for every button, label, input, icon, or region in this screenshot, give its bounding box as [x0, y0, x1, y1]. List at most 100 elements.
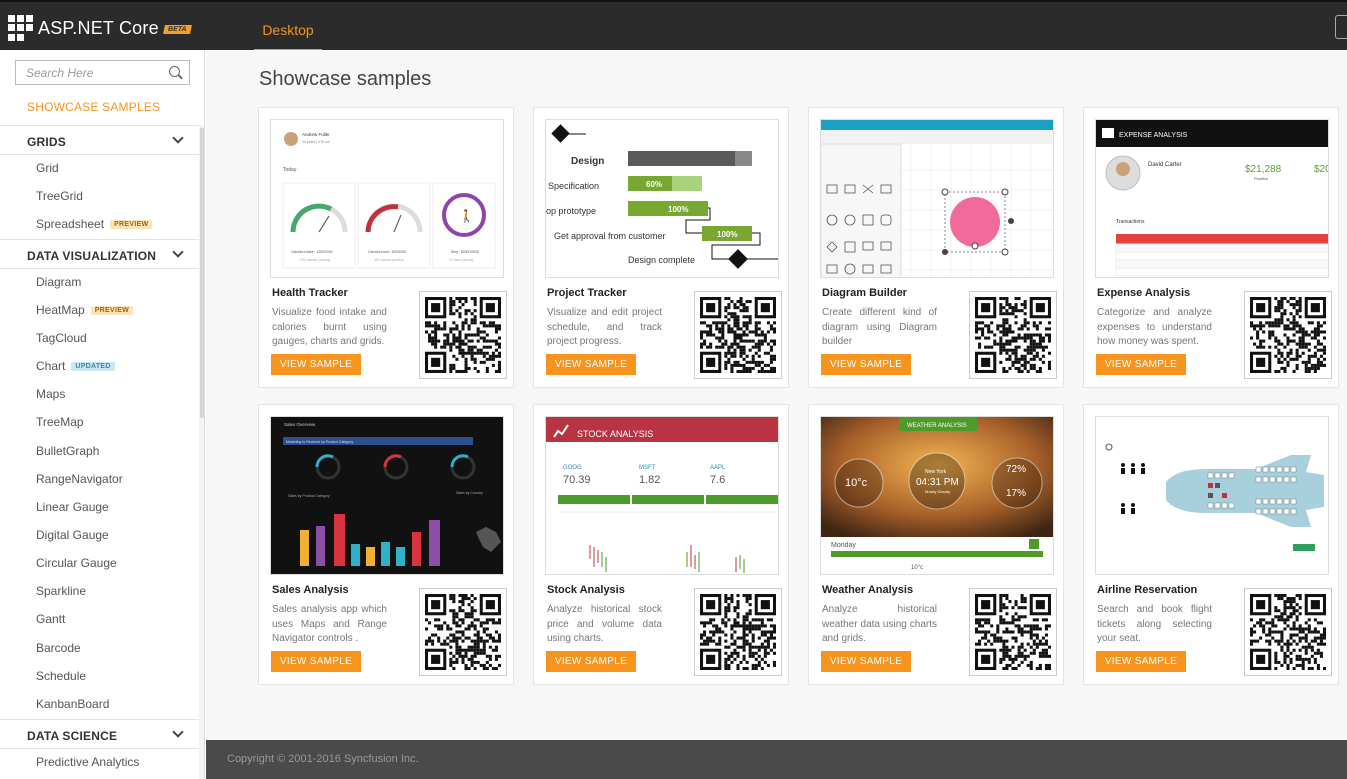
stock-symbol-2: MSFT — [639, 465, 656, 471]
view-sample-button[interactable]: VIEW SAMPLE — [546, 354, 636, 375]
search-input[interactable] — [26, 65, 161, 80]
sidebar-item-spreadsheet[interactable]: Spreadsheet PREVIEW — [36, 217, 153, 231]
project-row-5: Design complete — [628, 255, 695, 265]
top-bar: ASP.NET Core BETA Desktop — [0, 0, 1347, 52]
search-icon[interactable] — [169, 66, 180, 77]
card-title: Airline Reservation — [1097, 584, 1198, 596]
thumbnail-diagram-builder[interactable] — [820, 119, 1054, 278]
health-gauge1-sub: 1750 calories pending — [299, 258, 330, 262]
section-title: GRIDS — [27, 135, 67, 149]
thumbnail-stock-analysis[interactable]: STOCK ANALYSIS GOOG 70.39 MSFT 1.82 AAPL… — [545, 416, 779, 575]
thumbnail-weather-analysis[interactable]: WEATHER ANALYSIS 10°c New York 04:31 PM … — [820, 416, 1054, 575]
project-row-2: Specification — [548, 181, 599, 191]
qr-code — [969, 588, 1057, 676]
sidebar-item-bulletgraph[interactable]: BulletGraph — [36, 444, 99, 458]
sales-right-label: Sales by Country — [456, 491, 483, 495]
sidebar-item-chart[interactable]: Chart UPDATED — [36, 359, 115, 373]
project-row-4-value: 100% — [717, 230, 737, 239]
health-gauge3-label: Step : 8000/10000 — [451, 250, 479, 254]
sidebar-item-barcode[interactable]: Barcode — [36, 641, 81, 655]
thumbnail-airline-reservation[interactable] — [1095, 416, 1329, 575]
brand-logo[interactable]: ASP.NET Core BETA — [8, 15, 192, 41]
sidebar: SHOWCASE SAMPLES GRIDS Grid TreeGrid Spr… — [0, 50, 205, 779]
card-title: Sales Analysis — [272, 584, 349, 596]
tab-desktop[interactable]: Desktop — [254, 2, 322, 52]
menu-button[interactable] — [1335, 15, 1347, 39]
stock-value-1: 70.39 — [563, 474, 591, 486]
section-data-visualization[interactable]: DATA VISUALIZATION — [0, 239, 199, 269]
weather-header: WEATHER ANALYSIS — [907, 423, 967, 429]
showcase-samples-link[interactable]: SHOWCASE SAMPLES — [27, 100, 160, 114]
preview-badge: PREVIEW — [110, 220, 153, 230]
sidebar-item-schedule[interactable]: Schedule — [36, 669, 86, 683]
view-sample-button[interactable]: VIEW SAMPLE — [1096, 354, 1186, 375]
expense-user: David Carter — [1148, 162, 1182, 168]
sidebar-item-heatmap[interactable]: HeatMap PREVIEW — [36, 303, 134, 317]
health-gauge3-sub: 10 steps pending — [449, 258, 474, 262]
sidebar-item-maps[interactable]: Maps — [36, 387, 65, 401]
card-title: Project Tracker — [547, 287, 627, 299]
expense-header: EXPENSE ANALYSIS — [1119, 132, 1188, 139]
card-title: Stock Analysis — [547, 584, 625, 596]
view-sample-button[interactable]: VIEW SAMPLE — [821, 651, 911, 672]
weather-time: 04:31 PM — [916, 477, 959, 488]
card-title: Diagram Builder — [822, 287, 907, 299]
sample-card-weather-analysis: WEATHER ANALYSIS 10°c New York 04:31 PM … — [808, 404, 1064, 685]
sample-card-expense-analysis: EXPENSE ANALYSIS David Carter $21,288 Po… — [1083, 107, 1339, 388]
view-sample-button[interactable]: VIEW SAMPLE — [546, 651, 636, 672]
qr-code — [419, 291, 507, 379]
thumbnail-expense-analysis[interactable]: EXPENSE ANALYSIS David Carter $21,288 Po… — [1095, 119, 1329, 278]
weather-humidity-1: 72% — [1006, 464, 1026, 475]
section-title: DATA VISUALIZATION — [27, 249, 157, 263]
qr-code — [1244, 291, 1332, 379]
sidebar-item-diagram[interactable]: Diagram — [36, 275, 81, 289]
card-description: Categorize and analyze expenses to under… — [1097, 307, 1212, 347]
sidebar-item-treemap[interactable]: TreeMap — [36, 415, 84, 429]
view-sample-button[interactable]: VIEW SAMPLE — [271, 651, 361, 672]
brand-name: ASP.NET Core — [38, 17, 159, 38]
health-gauge2-sub: 400 calories pending — [374, 258, 404, 262]
weather-temp: 10°c — [845, 477, 868, 489]
sidebar-item-tagcloud[interactable]: TagCloud — [36, 331, 87, 345]
card-description: Create different kind of diagram using D… — [822, 307, 937, 347]
qr-code — [969, 291, 1057, 379]
card-description: Search and book flight tickets along sel… — [1097, 604, 1212, 644]
sidebar-item-predictive-analytics[interactable]: Predictive Analytics — [36, 755, 139, 769]
health-today: Today — [283, 167, 297, 173]
project-row-1: Design — [571, 156, 604, 167]
sidebar-item-kanbanboard[interactable]: KanbanBoard — [36, 697, 109, 711]
card-title: Expense Analysis — [1097, 287, 1191, 299]
view-sample-button[interactable]: VIEW SAMPLE — [1096, 651, 1186, 672]
weather-city: New York — [925, 469, 947, 475]
project-row-3-value: 100% — [668, 205, 688, 214]
section-grids[interactable]: GRIDS — [0, 125, 199, 155]
expense-amount-label: Positive — [1254, 176, 1269, 181]
thumbnail-sales-analysis[interactable]: Sales Overview Marketing to Revenue by P… — [270, 416, 504, 575]
svg-text:🚶: 🚶 — [459, 209, 474, 223]
sidebar-item-linear-gauge[interactable]: Linear Gauge — [36, 500, 109, 514]
thumbnail-health-tracker[interactable]: Andrew Fuller 34 years | 175 cm Today 🚶 … — [270, 119, 504, 278]
sidebar-scroll-thumb[interactable] — [200, 128, 204, 418]
sidebar-item-circular-gauge[interactable]: Circular Gauge — [36, 556, 117, 570]
sidebar-item-sparkline[interactable]: Sparkline — [36, 584, 86, 598]
section-data-science[interactable]: DATA SCIENCE — [0, 719, 199, 749]
sidebar-item-rangenavigator[interactable]: RangeNavigator — [36, 472, 123, 486]
view-sample-button[interactable]: VIEW SAMPLE — [821, 354, 911, 375]
view-sample-button[interactable]: VIEW SAMPLE — [271, 354, 361, 375]
sidebar-item-treegrid[interactable]: TreeGrid — [36, 189, 83, 203]
diagram-builder-preview — [821, 120, 1053, 277]
sales-subheader: Marketing to Revenue by Product Category — [286, 440, 353, 444]
stock-symbol-3: AAPL — [710, 465, 726, 471]
project-tracker-preview: Design Specification 60% op prototype 10… — [546, 120, 778, 277]
section-title: DATA SCIENCE — [27, 729, 118, 743]
thumbnail-project-tracker[interactable]: Design Specification 60% op prototype 10… — [545, 119, 779, 278]
sidebar-item-grid[interactable]: Grid — [36, 161, 59, 175]
chevron-down-icon — [172, 246, 184, 258]
sidebar-item-digital-gauge[interactable]: Digital Gauge — [36, 528, 109, 542]
sidebar-item-gantt[interactable]: Gantt — [36, 612, 65, 626]
weather-condition: Mostly Cloudy — [925, 489, 950, 494]
updated-badge: UPDATED — [71, 362, 115, 372]
sample-card-health-tracker: Andrew Fuller 34 years | 175 cm Today 🚶 … — [258, 107, 514, 388]
card-description: Analyze historical stock price and volum… — [547, 604, 662, 644]
search-box — [15, 60, 190, 85]
